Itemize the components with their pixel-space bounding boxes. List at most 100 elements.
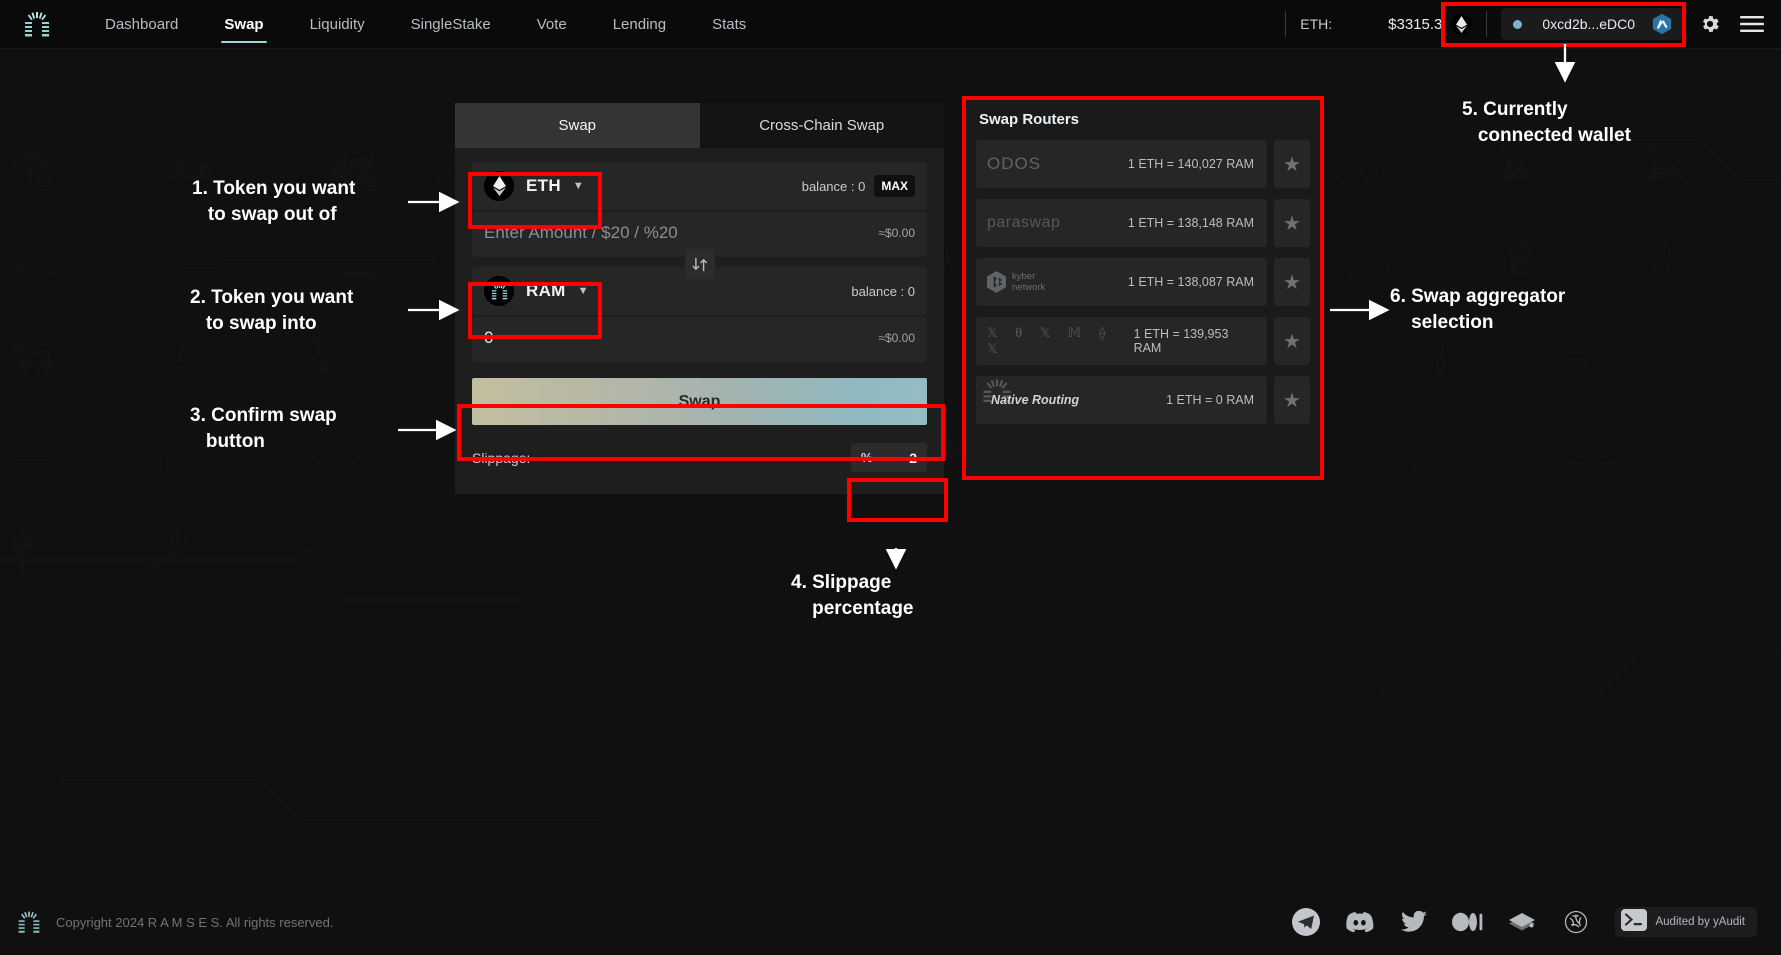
arbitrum-network-icon [1651,13,1673,35]
router-row: Native Routing 1 ETH = 0 RAM ★ [976,376,1310,424]
to-amount-row: 0 ≈$0.00 [472,317,927,362]
settings-gear-button[interactable] [1695,9,1725,39]
router-option-paraswap[interactable]: paraswap 1 ETH = 138,148 RAM [976,199,1267,247]
ethereum-token-icon [484,171,514,201]
audit-badge[interactable]: Audited by yAudit [1615,907,1757,937]
router-rate: 1 ETH = 138,148 RAM [1127,216,1254,230]
wallet-address: 0xcd2b...eDC0 [1542,16,1635,32]
native-routing-label: Native Routing [991,393,1080,407]
slippage-input[interactable] [893,449,917,466]
header-right-cluster: ETH: $3315.3 0xcd2b...eDC0 [1271,0,1781,49]
from-balance-group: balance : 0 MAX [802,175,915,197]
native-routing-brand: Native Routing [983,379,1079,407]
kyber-network-logo-icon: kyber network [987,271,1045,293]
discord-icon[interactable] [1343,905,1377,939]
router-row: ODOS 1 ETH = 140,027 RAM ★ [976,140,1310,188]
annotation-5: 5. Currently connected wallet [1462,99,1631,146]
slippage-input-box[interactable]: % [851,443,927,472]
to-balance-label: balance : 0 [851,283,915,299]
swap-card-body: ETH ▼ balance : 0 MAX ≈$0.00 [455,148,944,494]
gitbook-icon[interactable] [1505,905,1539,939]
slippage-row: Slippage: % [472,425,927,494]
annotation-4: 4. Slippage percentage [791,572,914,619]
router-rate: 1 ETH = 138,087 RAM [1127,275,1254,289]
to-amount-value: 0 [484,328,494,347]
nav-item-swap[interactable]: Swap [201,0,286,49]
star-icon[interactable]: ★ [1274,376,1310,424]
ramses-logo-icon[interactable] [22,11,52,37]
swap-routers-title: Swap Routers [979,111,1080,128]
wallet-status-dot [1513,19,1523,29]
slippage-label: Slippage: [472,449,531,466]
annotation-2: 2. Token you want to swap into [190,287,354,334]
from-token-symbol: ETH [526,176,561,195]
router-row: paraswap 1 ETH = 138,148 RAM ★ [976,199,1310,247]
nav-item-vote[interactable]: Vote [514,0,590,49]
to-token-symbol: RAM [526,281,566,300]
router-option-odos[interactable]: ODOS 1 ETH = 140,027 RAM [976,140,1267,188]
star-icon[interactable]: ★ [1274,317,1310,365]
hamburger-menu-button[interactable] [1737,9,1767,39]
footer-socials: Audited by yAudit [1269,905,1781,939]
ramses-logo-icon [16,910,42,934]
swap-routers-panel: Swap Routers ODOS 1 ETH = 140,027 RAM ★ … [964,98,1322,478]
swap-confirm-button[interactable]: Swap [472,378,927,425]
annotation-6: 6. Swap aggregator selection [1390,286,1566,333]
nav-item-singlestake[interactable]: SingleStake [388,0,514,49]
llama-icon[interactable] [1559,905,1593,939]
ethereum-icon [1451,13,1473,35]
chevron-down-icon-2: ▼ [577,285,589,297]
router-option-zerox[interactable]: 𝕏 θ 𝕏 𝕄 ⟠ 𝕏 1 ETH = 139,953 RAM [976,317,1267,365]
from-balance-label: balance : 0 [801,178,866,194]
star-icon[interactable]: ★ [1274,199,1310,247]
nav-item-lending[interactable]: Lending [590,0,689,49]
chevron-down-icon: ▼ [572,180,584,192]
wallet-button[interactable]: 0xcd2b...eDC0 [1501,8,1683,40]
nav-item-stats[interactable]: Stats [689,0,769,49]
eth-price-label: ETH: [1300,16,1333,32]
app-root: 𓂀 𓃭 𓆉 𓁿 𓊝 𓋴 𓎛 𓏏 𓐍 𓂻 𓄿 𓅓 𓆑 𓇯 𓈖 𓉔 𓊪 𓌡 𓍯 𓎼 … [0,0,1781,955]
tab-swap[interactable]: Swap [455,103,700,148]
star-icon[interactable]: ★ [1274,140,1310,188]
percent-symbol: % [861,450,873,465]
ramses-token-icon [484,276,514,306]
swap-card: Swap Cross-Chain Swap ETH ▼ balance: 0 … [455,103,944,494]
router-option-native[interactable]: Native Routing 1 ETH = 0 RAM [976,376,1267,424]
star-icon[interactable]: ★ [1274,258,1310,306]
copyright-text: Copyright 2024 R A M S E S. All rights r… [56,914,334,930]
router-rate: 1 ETH = 139,953 RAM [1133,327,1229,355]
swap-tabs: Swap Cross-Chain Swap [455,103,944,148]
router-option-kyber[interactable]: kyber network 1 ETH = 138,087 RAM [976,258,1267,306]
annotation-1: 1. Token you want to swap out of [192,178,356,225]
swap-direction-arrows-icon[interactable] [684,249,715,279]
twitter-icon[interactable] [1397,905,1431,939]
to-token-selector[interactable]: RAM ▼ [484,276,589,306]
audit-label: Audited by yAudit [1655,916,1745,928]
from-token-selector[interactable]: ETH ▼ [484,171,584,201]
top-header: Dashboard Swap Liquidity SingleStake Vot… [0,0,1781,49]
paraswap-logo-icon: paraswap [987,214,1061,231]
footer: Copyright 2024 R A M S E S. All rights r… [0,889,1781,955]
router-row: kyber network 1 ETH = 138,087 RAM ★ [976,258,1310,306]
divider [1285,11,1287,37]
to-usd-value: ≈$0.00 [878,331,915,345]
main-navigation: Dashboard Swap Liquidity SingleStake Vot… [82,0,769,49]
max-button[interactable]: MAX [874,175,915,197]
from-usd-value: ≈$0.00 [878,226,915,240]
odos-logo-icon: ODOS [987,154,1042,173]
terminal-icon [1621,908,1648,936]
medium-icon[interactable] [1451,905,1485,939]
nav-item-dashboard[interactable]: Dashboard [82,0,201,49]
zerox-logo-icon: 𝕏 θ 𝕏 𝕄 ⟠ 𝕏 [987,325,1113,356]
from-amount-input[interactable] [484,223,786,243]
kyber-label: kyber network [1012,271,1046,293]
nav-item-liquidity[interactable]: Liquidity [287,0,388,49]
annotation-3: 3. Confirm swap button [190,405,337,452]
router-row: 𝕏 θ 𝕏 𝕄 ⟠ 𝕏 1 ETH = 139,953 RAM ★ [976,317,1310,365]
eth-price-value: $3315.3 [1388,15,1443,33]
from-token-row: ETH ▼ balance : 0 MAX [472,162,927,210]
tab-cross-chain-swap[interactable]: Cross-Chain Swap [699,103,944,148]
router-rate: 1 ETH = 0 RAM [1166,393,1254,407]
telegram-icon[interactable] [1289,905,1323,939]
router-rate: 1 ETH = 140,027 RAM [1127,157,1254,171]
